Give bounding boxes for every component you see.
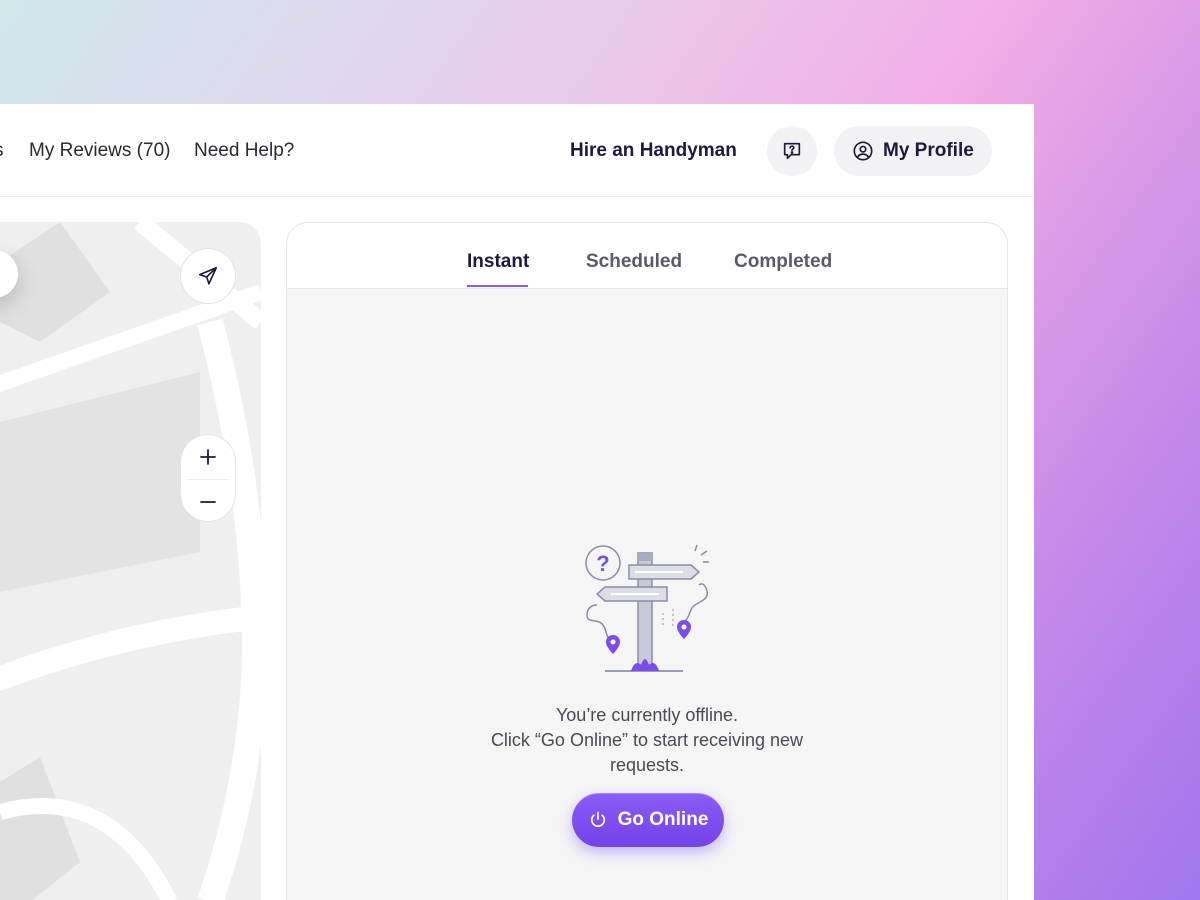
minus-icon [200,501,216,503]
map-view[interactable] [0,222,261,900]
app-window: s My Reviews (70) Need Help? Hire an Han… [0,104,1034,900]
offline-message-line-3: requests. [609,755,685,775]
tab-scheduled[interactable]: Scheduled [586,251,682,273]
zoom-controls [180,434,236,522]
offline-message-line-2: Click “Go Online” to start receiving new [490,730,804,750]
svg-text:?: ? [596,551,609,576]
user-circle-icon [853,141,873,161]
nav-link-need-help[interactable]: Need Help? [194,140,294,162]
active-tab-indicator [467,285,528,287]
go-online-button[interactable]: Go Online [572,793,724,847]
signpost-illustration: ? [585,544,709,672]
hire-handyman-link[interactable]: Hire an Handyman [570,140,737,162]
offline-message-line-1: You’re currently offline. [555,705,739,725]
navigation-arrow-icon [198,266,218,285]
go-online-label: Go Online [617,809,709,830]
map-roads [0,222,261,900]
request-tabs: Instant Scheduled Completed [287,223,1007,289]
locate-me-button[interactable] [180,248,236,304]
zoom-in-button[interactable] [181,435,235,479]
tab-completed[interactable]: Completed [734,251,832,273]
support-chat-button[interactable] [767,126,817,176]
tab-instant[interactable]: Instant [467,251,529,273]
plus-icon [200,449,216,465]
my-profile-label: My Profile [883,140,974,161]
my-profile-button[interactable]: My Profile [834,126,992,176]
top-navigation-bar: s My Reviews (70) Need Help? Hire an Han… [0,104,1034,197]
chat-question-icon [783,142,801,160]
requests-panel: Instant Scheduled Completed ? You’re cur… [286,222,1008,900]
nav-link-my-reviews[interactable]: My Reviews (70) [29,140,170,162]
power-icon [590,811,605,827]
nav-link-partial[interactable]: s [0,140,4,162]
